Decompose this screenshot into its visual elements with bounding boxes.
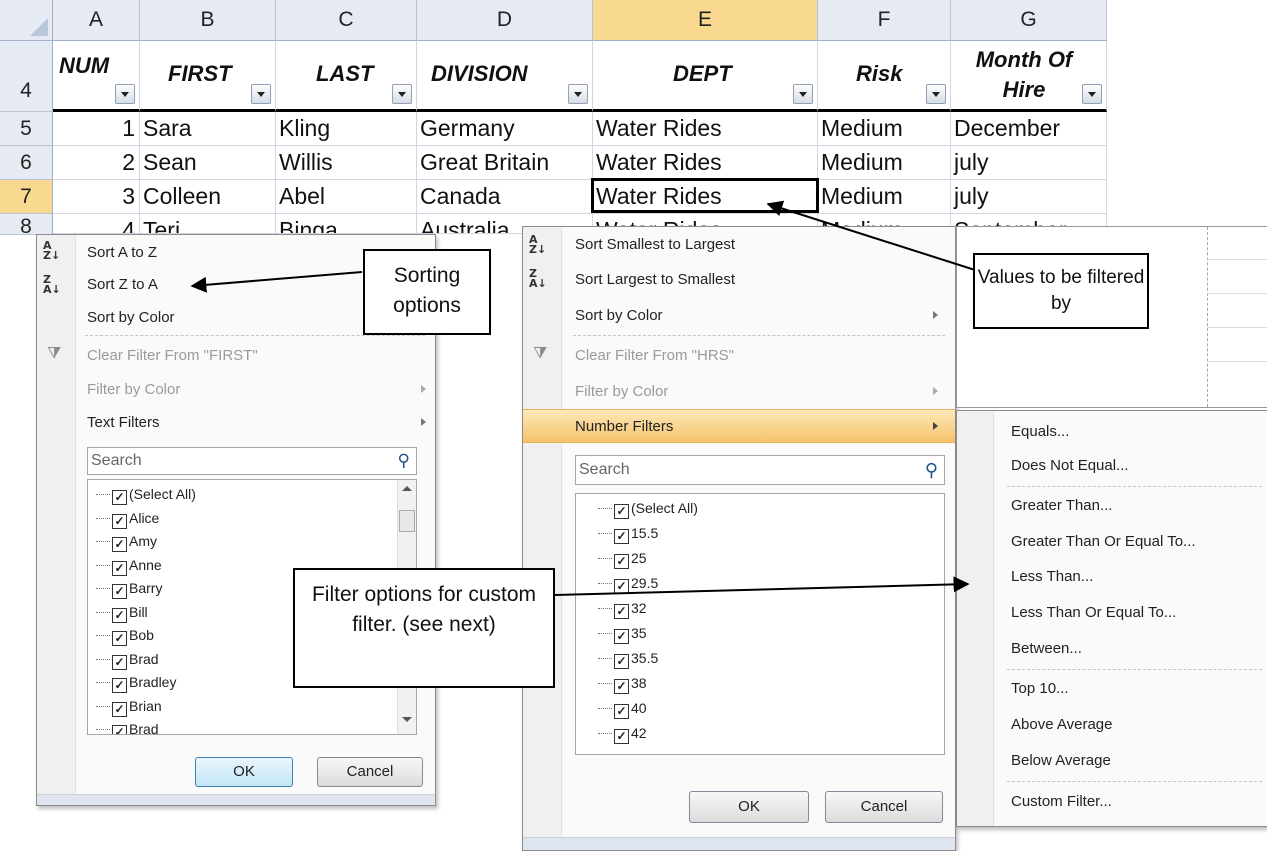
arrow-to-submenu [554,576,970,596]
arrow-to-sort-options [190,271,363,293]
arrow-to-values [766,200,976,271]
callout-arrows [190,200,976,596]
